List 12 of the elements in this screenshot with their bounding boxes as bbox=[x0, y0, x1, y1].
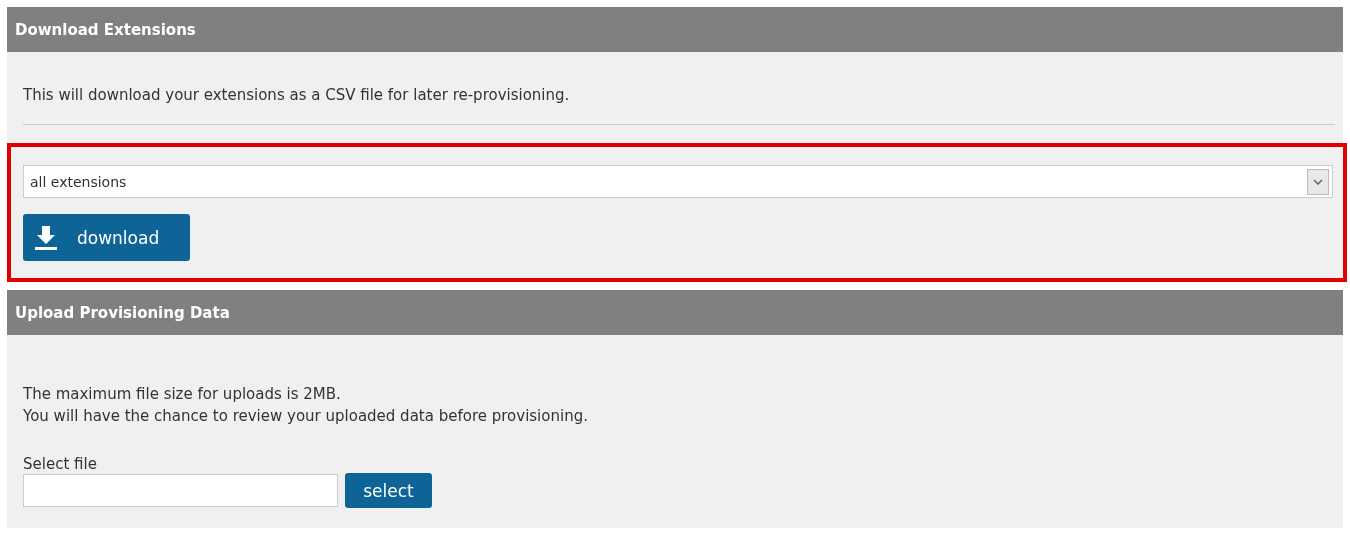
extensions-dropdown[interactable]: all extensions bbox=[23, 165, 1333, 198]
info-text: You will have the chance to review your uploaded data before provisioning. bbox=[23, 406, 589, 427]
info-text: The maximum file size for uploads is 2MB. bbox=[23, 384, 342, 405]
download-button[interactable]: download bbox=[23, 214, 190, 261]
chevron-down-icon[interactable] bbox=[1307, 168, 1329, 195]
download-icon bbox=[35, 225, 57, 250]
file-input-field[interactable] bbox=[23, 474, 338, 507]
description-text: This will download your extensions as a CSV file for later re-provisioning. bbox=[23, 85, 571, 106]
select-button[interactable]: select bbox=[345, 473, 432, 508]
section-header: Download Extensions bbox=[7, 7, 1343, 52]
field-label: Select file bbox=[23, 455, 98, 473]
section-header: Upload Provisioning Data bbox=[7, 290, 1343, 335]
